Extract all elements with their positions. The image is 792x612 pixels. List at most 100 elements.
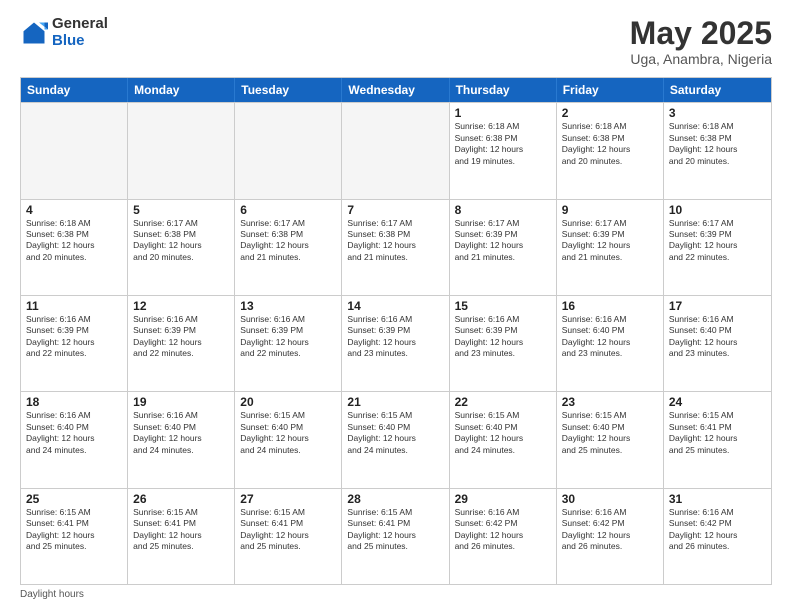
logo-general-text: General <box>52 16 108 33</box>
day-number: 24 <box>669 395 766 409</box>
cal-cell <box>342 103 449 198</box>
cal-cell: 9Sunrise: 6:17 AM Sunset: 6:39 PM Daylig… <box>557 200 664 295</box>
cell-info: Sunrise: 6:18 AM Sunset: 6:38 PM Dayligh… <box>455 121 551 167</box>
cal-week-row: 18Sunrise: 6:16 AM Sunset: 6:40 PM Dayli… <box>21 391 771 487</box>
cal-cell: 27Sunrise: 6:15 AM Sunset: 6:41 PM Dayli… <box>235 489 342 584</box>
cell-info: Sunrise: 6:16 AM Sunset: 6:40 PM Dayligh… <box>669 314 766 360</box>
logo-icon <box>20 19 48 47</box>
title-block: May 2025 Uga, Anambra, Nigeria <box>630 16 772 67</box>
cal-cell: 31Sunrise: 6:16 AM Sunset: 6:42 PM Dayli… <box>664 489 771 584</box>
cell-info: Sunrise: 6:16 AM Sunset: 6:39 PM Dayligh… <box>240 314 336 360</box>
cell-info: Sunrise: 6:17 AM Sunset: 6:38 PM Dayligh… <box>240 218 336 264</box>
day-number: 31 <box>669 492 766 506</box>
day-number: 13 <box>240 299 336 313</box>
day-number: 27 <box>240 492 336 506</box>
cal-cell: 24Sunrise: 6:15 AM Sunset: 6:41 PM Dayli… <box>664 392 771 487</box>
day-number: 16 <box>562 299 658 313</box>
calendar: SundayMondayTuesdayWednesdayThursdayFrid… <box>20 77 772 585</box>
cal-cell: 2Sunrise: 6:18 AM Sunset: 6:38 PM Daylig… <box>557 103 664 198</box>
cal-header-day: Thursday <box>450 78 557 102</box>
cell-info: Sunrise: 6:15 AM Sunset: 6:41 PM Dayligh… <box>669 410 766 456</box>
day-number: 4 <box>26 203 122 217</box>
cell-info: Sunrise: 6:15 AM Sunset: 6:40 PM Dayligh… <box>240 410 336 456</box>
cal-cell: 3Sunrise: 6:18 AM Sunset: 6:38 PM Daylig… <box>664 103 771 198</box>
cal-cell: 15Sunrise: 6:16 AM Sunset: 6:39 PM Dayli… <box>450 296 557 391</box>
day-number: 12 <box>133 299 229 313</box>
cell-info: Sunrise: 6:18 AM Sunset: 6:38 PM Dayligh… <box>26 218 122 264</box>
day-number: 25 <box>26 492 122 506</box>
cal-cell <box>235 103 342 198</box>
day-number: 5 <box>133 203 229 217</box>
logo: General Blue <box>20 16 108 49</box>
cal-cell: 14Sunrise: 6:16 AM Sunset: 6:39 PM Dayli… <box>342 296 449 391</box>
day-number: 18 <box>26 395 122 409</box>
calendar-header: SundayMondayTuesdayWednesdayThursdayFrid… <box>21 78 771 102</box>
day-number: 23 <box>562 395 658 409</box>
cell-info: Sunrise: 6:17 AM Sunset: 6:38 PM Dayligh… <box>133 218 229 264</box>
cell-info: Sunrise: 6:17 AM Sunset: 6:39 PM Dayligh… <box>669 218 766 264</box>
logo-text: General Blue <box>52 16 108 49</box>
day-number: 9 <box>562 203 658 217</box>
subtitle: Uga, Anambra, Nigeria <box>630 51 772 67</box>
cal-cell: 22Sunrise: 6:15 AM Sunset: 6:40 PM Dayli… <box>450 392 557 487</box>
day-number: 19 <box>133 395 229 409</box>
page: General Blue May 2025 Uga, Anambra, Nige… <box>0 0 792 612</box>
cal-cell <box>21 103 128 198</box>
day-number: 14 <box>347 299 443 313</box>
header: General Blue May 2025 Uga, Anambra, Nige… <box>20 16 772 67</box>
cal-week-row: 25 Sunrise: 6:15 AM Sunset: 6:41 PM Dayli… <box>21 488 771 584</box>
cell-info: Sunrise: 6:15 AM Sunset: 6:40 PM Dayligh… <box>347 410 443 456</box>
cell-info: Sunrise: 6:18 AM Sunset: 6:38 PM Dayligh… <box>562 121 658 167</box>
day-number: 7 <box>347 203 443 217</box>
day-number: 2 <box>562 106 658 120</box>
cal-cell: 4Sunrise: 6:18 AM Sunset: 6:38 PM Daylig… <box>21 200 128 295</box>
cell-info: Sunrise: 6:17 AM Sunset: 6:39 PM Dayligh… <box>455 218 551 264</box>
cal-cell: 21Sunrise: 6:15 AM Sunset: 6:40 PM Dayli… <box>342 392 449 487</box>
cal-week-row: 4Sunrise: 6:18 AM Sunset: 6:38 PM Daylig… <box>21 199 771 295</box>
cell-info: Sunrise: 6:16 AM Sunset: 6:39 PM Dayligh… <box>26 314 122 360</box>
cell-info: Sunrise: 6:16 AM Sunset: 6:42 PM Dayligh… <box>562 507 658 553</box>
cell-info: Sunrise: 6:16 AM Sunset: 6:39 PM Dayligh… <box>133 314 229 360</box>
cal-cell: 12Sunrise: 6:16 AM Sunset: 6:39 PM Dayli… <box>128 296 235 391</box>
cell-info: Sunrise: 6:16 AM Sunset: 6:40 PM Dayligh… <box>26 410 122 456</box>
logo-blue-text: Blue <box>52 33 108 50</box>
day-number: 8 <box>455 203 551 217</box>
calendar-body: 1Sunrise: 6:18 AM Sunset: 6:38 PM Daylig… <box>21 102 771 584</box>
cell-info: Sunrise: 6:16 AM Sunset: 6:40 PM Dayligh… <box>133 410 229 456</box>
cal-cell: 5Sunrise: 6:17 AM Sunset: 6:38 PM Daylig… <box>128 200 235 295</box>
day-number: 6 <box>240 203 336 217</box>
cal-cell: 10Sunrise: 6:17 AM Sunset: 6:39 PM Dayli… <box>664 200 771 295</box>
cal-header-day: Saturday <box>664 78 771 102</box>
cell-info: Sunrise: 6:16 AM Sunset: 6:42 PM Dayligh… <box>455 507 551 553</box>
cal-cell: 1Sunrise: 6:18 AM Sunset: 6:38 PM Daylig… <box>450 103 557 198</box>
day-number: 28 <box>347 492 443 506</box>
cal-cell: 30Sunrise: 6:16 AM Sunset: 6:42 PM Dayli… <box>557 489 664 584</box>
cal-cell: 20Sunrise: 6:15 AM Sunset: 6:40 PM Dayli… <box>235 392 342 487</box>
day-number: 1 <box>455 106 551 120</box>
cal-week-row: 1Sunrise: 6:18 AM Sunset: 6:38 PM Daylig… <box>21 102 771 198</box>
cal-cell: 7Sunrise: 6:17 AM Sunset: 6:38 PM Daylig… <box>342 200 449 295</box>
cal-cell: 25Sunrise: 6:15 AM Sunset: 6:41 PM Dayli… <box>21 489 128 584</box>
cal-cell <box>128 103 235 198</box>
cal-cell: 8Sunrise: 6:17 AM Sunset: 6:39 PM Daylig… <box>450 200 557 295</box>
day-number: 20 <box>240 395 336 409</box>
cal-cell: 23Sunrise: 6:15 AM Sunset: 6:40 PM Dayli… <box>557 392 664 487</box>
cell-info: Sunrise: 6:16 AM Sunset: 6:42 PM Dayligh… <box>669 507 766 553</box>
day-number: 11 <box>26 299 122 313</box>
cal-header-day: Tuesday <box>235 78 342 102</box>
cal-cell: 29Sunrise: 6:16 AM Sunset: 6:42 PM Dayli… <box>450 489 557 584</box>
cal-cell: 13Sunrise: 6:16 AM Sunset: 6:39 PM Dayli… <box>235 296 342 391</box>
cal-week-row: 11Sunrise: 6:16 AM Sunset: 6:39 PM Dayli… <box>21 295 771 391</box>
day-number: 15 <box>455 299 551 313</box>
cell-info: Sunrise: 6:15 AM Sunset: 6:41 PM Dayligh… <box>347 507 443 553</box>
cal-cell: 17Sunrise: 6:16 AM Sunset: 6:40 PM Dayli… <box>664 296 771 391</box>
day-number: 17 <box>669 299 766 313</box>
day-number: 21 <box>347 395 443 409</box>
cell-info: Sunrise: 6:15 AM Sunset: 6:40 PM Dayligh… <box>562 410 658 456</box>
cal-cell: 11Sunrise: 6:16 AM Sunset: 6:39 PM Dayli… <box>21 296 128 391</box>
cal-cell: 16Sunrise: 6:16 AM Sunset: 6:40 PM Dayli… <box>557 296 664 391</box>
cell-info: Sunrise: 6:15 AM Sunset: 6:40 PM Dayligh… <box>455 410 551 456</box>
cal-header-day: Sunday <box>21 78 128 102</box>
day-number: 26 <box>133 492 229 506</box>
cell-info: Sunrise: 6:16 AM Sunset: 6:39 PM Dayligh… <box>455 314 551 360</box>
